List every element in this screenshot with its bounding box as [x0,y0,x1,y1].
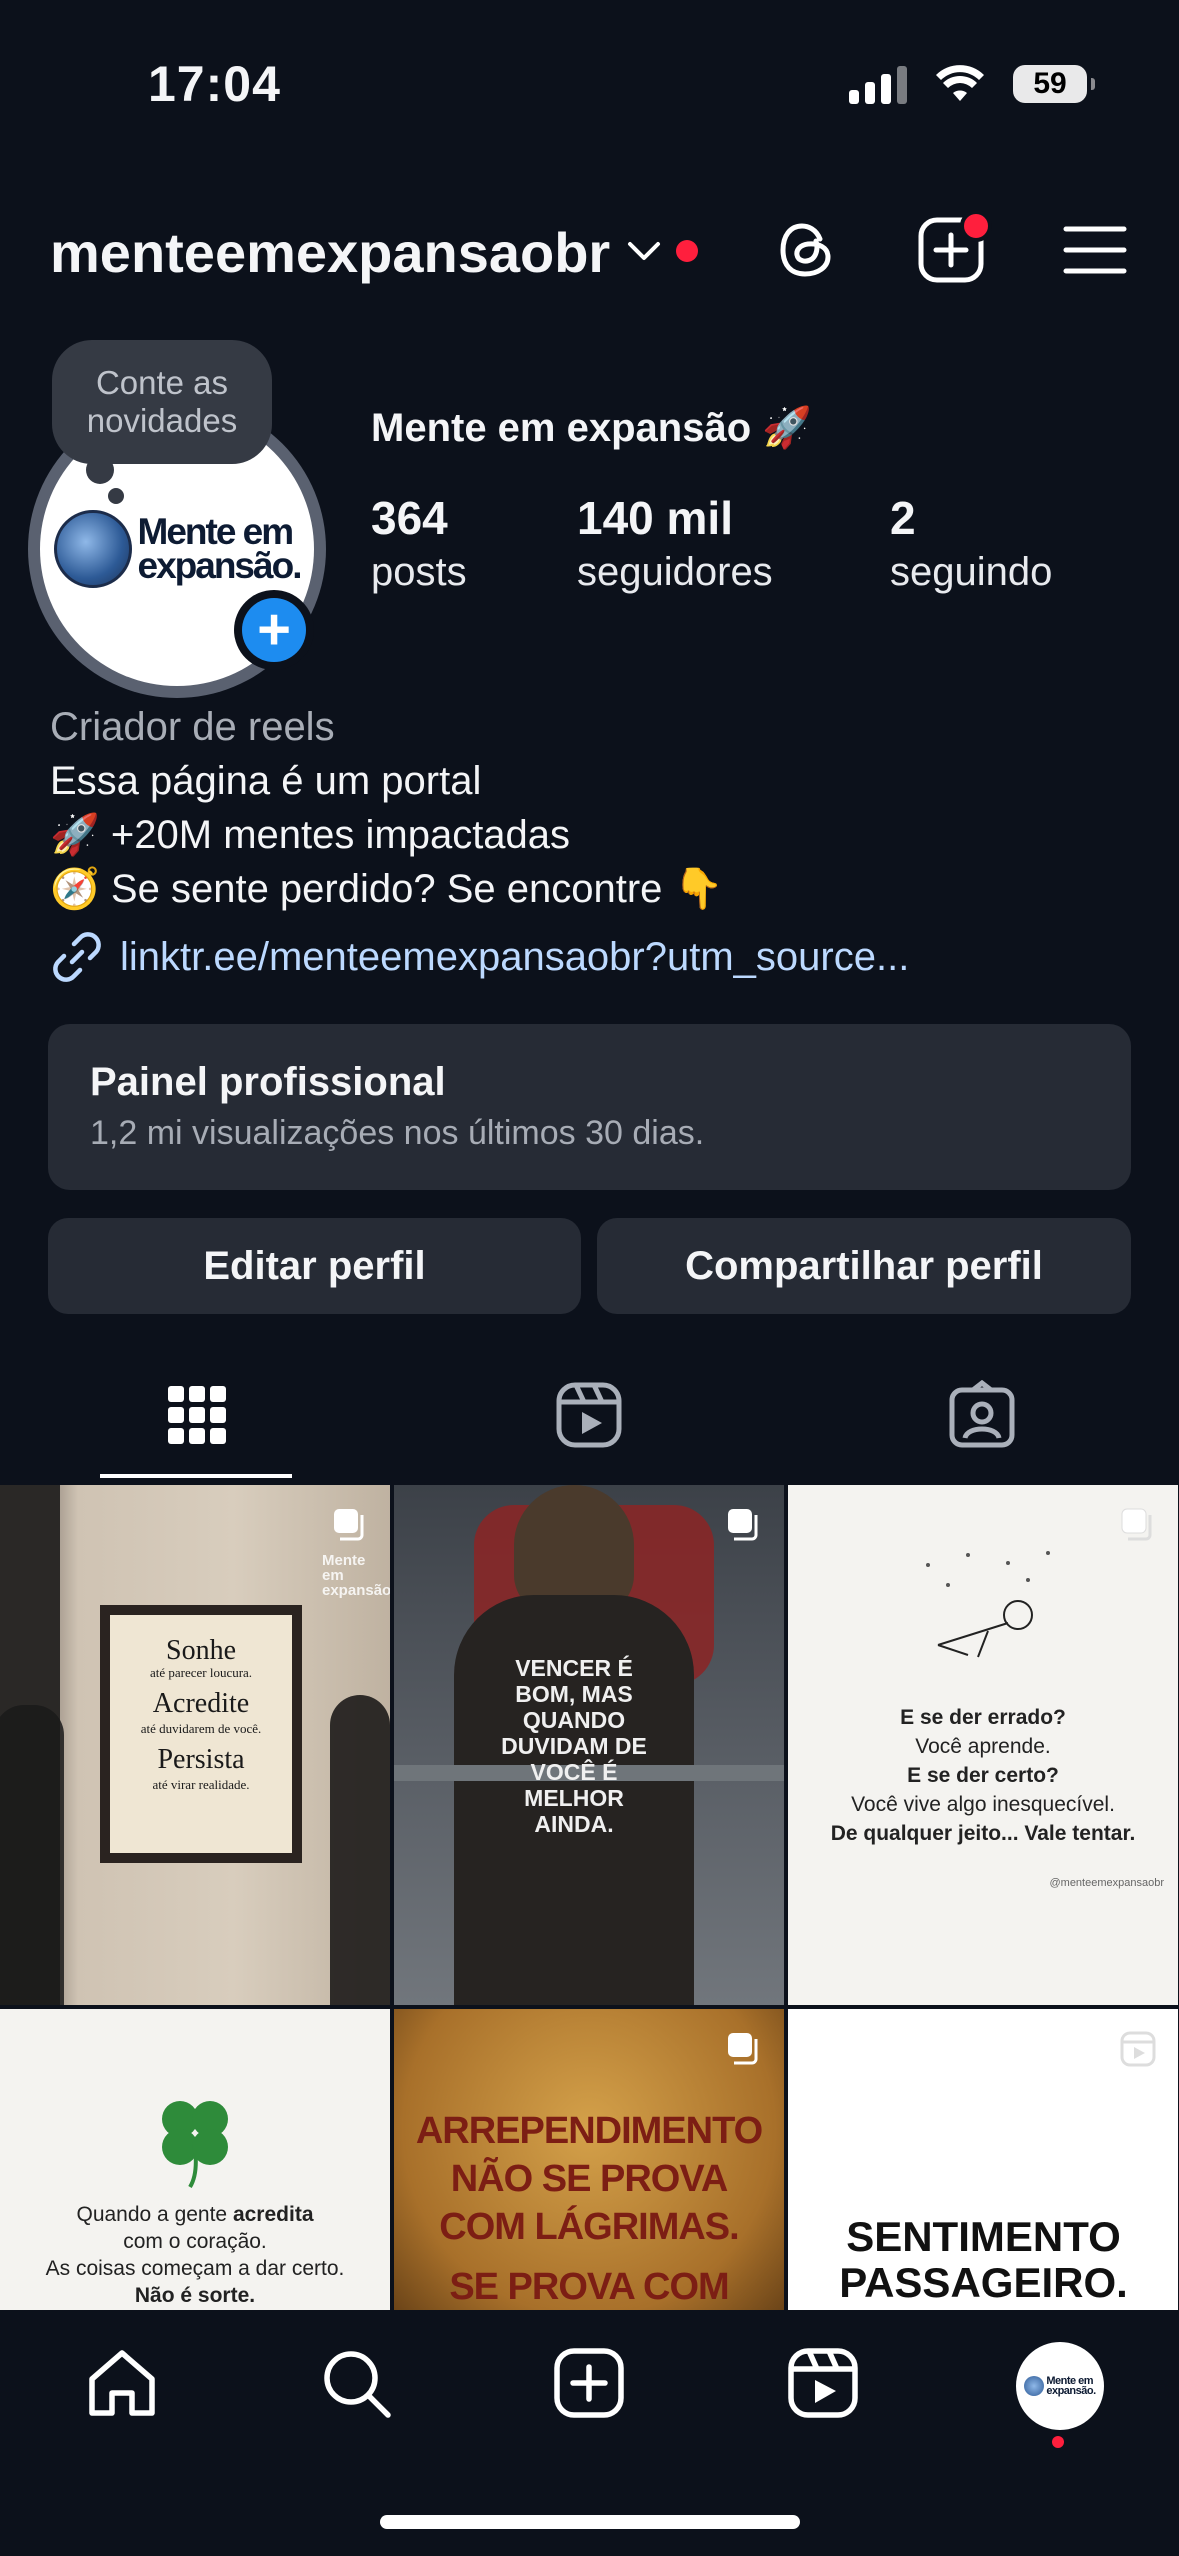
stat-label: seguindo [890,550,1053,594]
post-text: ARREPENDIMENTO [415,2110,763,2152]
logo-text-line1: Mente em [137,511,295,552]
grid-tab-icon[interactable] [162,1380,232,1450]
username-switcher[interactable]: menteemexpansaobr [50,220,610,285]
threads-icon[interactable] [772,215,842,285]
post-text-line: Quando a gente acredita [0,2201,390,2228]
bio-link-text: linktr.ee/menteemexpansaobr?utm_source..… [120,934,910,979]
poster-word: Acredite [152,1688,250,1719]
professional-dashboard[interactable]: Painel profissional 1,2 mi visualizações… [48,1024,1131,1190]
profile-notification-dot [1052,2436,1064,2448]
post-text: COM LÁGRIMAS. [439,2206,739,2248]
post-tile[interactable]: Sonhe até parecer loucura. Acredite até … [0,1485,390,2005]
profile-category: Criador de reels [50,705,335,749]
post-tile[interactable]: VENCER É BOM, MAS QUANDO DUVIDAM DE VOCÊ… [394,1485,784,2005]
link-icon [53,932,101,982]
menu-icon[interactable] [1060,215,1130,285]
stat-following[interactable]: 2 seguindo [890,490,1052,598]
status-icons: 59 [849,64,1095,104]
post-text: Quando a gente [76,2203,233,2226]
note-bubble[interactable]: Conte as novidades [52,340,272,464]
clover-icon [162,2101,228,2189]
sweater-text: VENCER É BOM, MAS QUANDO DUVIDAM DE VOCÊ… [501,1655,647,1837]
carousel-icon [728,2033,758,2065]
panel-title: Painel profissional [90,1060,446,1104]
stat-value: 140 mil [577,492,733,544]
post-text: E se der certo? [907,1764,1059,1787]
post-text: E se der errado? [900,1706,1066,1729]
edit-profile-button[interactable]: Editar perfil [48,1218,581,1314]
mini-logo-text: expansão. [1046,2385,1096,2397]
carousel-icon [1121,1508,1152,1541]
stat-label: posts [371,550,467,594]
post-handle: @menteemexpansaobr [1049,1877,1164,1889]
post-text: As coisas começam a dar certo. [45,2257,345,2280]
stat-followers[interactable]: 140 mil seguidores [577,490,773,598]
reels-tab-icon[interactable] [554,1380,624,1450]
post-illustration [926,1551,1050,1658]
stat-value: 364 [371,492,448,544]
watermark: Mente em expansão [322,1552,390,1599]
post-text-bold: acredita [232,2203,314,2226]
post-text: PASSAGEIRO. [839,2259,1128,2306]
create-icon[interactable] [551,2345,627,2421]
poster-word: Persista [157,1744,245,1775]
post-tile[interactable]: ARREPENDIMENTO NÃO SE PROVA COM LÁGRIMAS… [394,2009,784,2310]
note-bubble-tail [108,488,124,504]
poster-sub: até duvidarem de você. [140,1721,262,1736]
brain-icon [1024,2376,1045,2396]
tagged-tab-icon[interactable] [947,1380,1017,1450]
stat-posts[interactable]: 364 posts [371,490,467,598]
wifi-icon [936,65,984,101]
brand-logo: Mente em expansão. [53,510,303,588]
create-notification-dot [960,210,992,242]
logo-text-line2: expansão. [137,545,303,586]
post-tile[interactable]: Quando a gente acredita com o coração. A… [0,2009,390,2310]
stat-value: 2 [890,492,916,544]
panel-subtitle: 1,2 mi visualizações nos últimos 30 dias… [90,1114,705,1152]
silhouette-person [0,1705,64,2005]
carousel-icon [334,1509,364,1541]
share-profile-button[interactable]: Compartilhar perfil [597,1218,1131,1314]
notification-dot [676,240,698,262]
mini-logo: Mente em expansão. [1024,2376,1096,2397]
post-text: SE PROVA COM [449,2266,729,2308]
post-text: SENTIMENTO [846,2213,1121,2260]
bio-line: 🚀 +20M mentes impactadas [50,813,571,857]
bio-line: 🧭 Se sente perdido? Se encontre 👇 [50,867,724,911]
plus-icon: + [242,598,306,662]
post-text: De qualquer jeito... Vale tentar. [830,1822,1136,1845]
profile-avatar-tab[interactable]: Mente em expansão. [1016,2342,1104,2430]
poster-sub: até parecer loucura. [149,1665,253,1680]
search-icon[interactable] [318,2345,394,2421]
stat-label: seguidores [577,550,773,594]
status-time: 17:04 [148,56,281,112]
chevron-down-icon[interactable] [624,236,664,266]
post-text: NÃO SE PROVA [450,2158,729,2200]
carousel-icon [728,1509,758,1541]
reels-icon[interactable] [785,2345,861,2421]
active-tab-indicator [100,1474,292,1478]
poster-word: Sonhe [166,1635,236,1666]
poster-sub: até virar realidade. [152,1777,250,1792]
post-tile[interactable]: SENTIMENTO PASSAGEIRO. [788,2009,1178,2310]
battery-icon: 59 [1013,65,1095,103]
post-text: Não é sorte. [134,2284,256,2307]
post-text: Você vive algo inesquecível. [851,1793,1115,1816]
framed-poster: Sonhe até parecer loucura. Acredite até … [100,1605,302,1863]
reel-icon [1120,2031,1156,2067]
home-indicator[interactable] [380,2515,800,2529]
add-story-button[interactable]: + [234,590,314,670]
silhouette-person [330,1695,390,2005]
post-text: com o coração. [123,2230,267,2253]
bio-link[interactable]: linktr.ee/menteemexpansaobr?utm_source..… [50,930,909,984]
post-text: Você aprende. [915,1735,1051,1758]
home-icon[interactable] [84,2345,160,2421]
signal-icon [849,64,907,104]
brain-icon [53,510,132,588]
bio-line: Essa página é um portal [50,759,482,803]
display-name: Mente em expansão 🚀 [371,406,813,450]
post-tile[interactable]: E se der errado? Você aprende. E se der … [788,1485,1178,2005]
